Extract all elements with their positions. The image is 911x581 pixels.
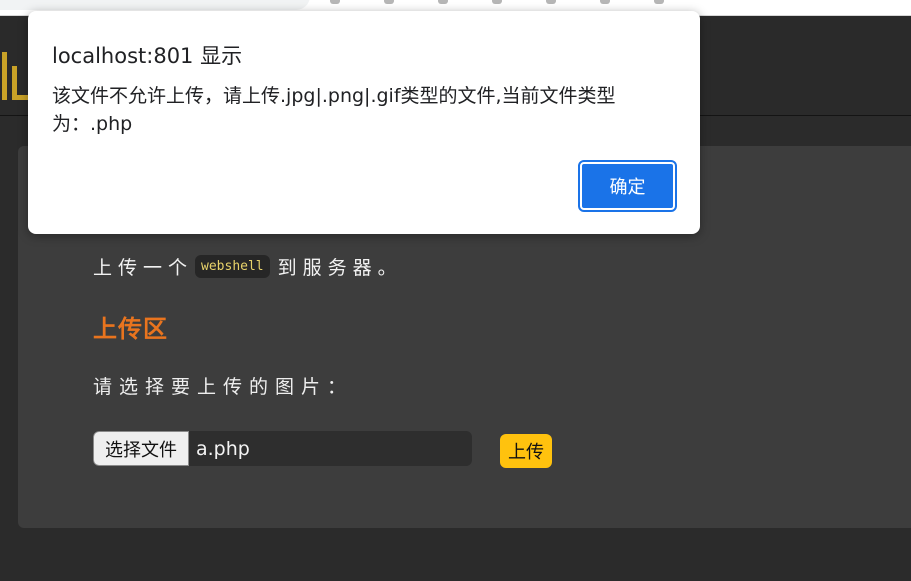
intro-text: 上传一个 webshell 到服务器。: [93, 253, 403, 280]
alert-dialog: localhost:801 显示 该文件不允许上传，请上传.jpg|.png|.…: [28, 11, 700, 234]
upload-prompt: 请选择要上传的图片：: [93, 376, 354, 398]
dialog-title: localhost:801 显示: [52, 44, 243, 68]
toolbar-icon: [330, 0, 340, 4]
selected-file-name: a.php: [196, 437, 250, 460]
intro-before: 上传一个: [93, 257, 194, 279]
dialog-message: 该文件不允许上传，请上传.jpg|.png|.gif类型的文件,当前文件类型为：…: [52, 85, 616, 135]
toolbar-icon: [600, 0, 610, 4]
toolbar-icon: [438, 0, 448, 4]
file-input[interactable]: 选择文件 a.php: [93, 431, 472, 466]
intro-after: 到服务器。: [277, 257, 403, 279]
toolbar-icon: [492, 0, 502, 4]
dialog-ok-button[interactable]: 确定: [578, 160, 677, 212]
browser-address-pill: [0, 0, 310, 10]
upload-section-title: 上传区: [93, 315, 168, 343]
toolbar-icon: [654, 0, 664, 4]
toolbar-icon: [546, 0, 556, 4]
choose-file-button[interactable]: 选择文件: [93, 431, 189, 466]
upload-button[interactable]: 上传: [500, 434, 552, 468]
browser-toolbar-icons: [330, 0, 664, 4]
code-keyword: webshell: [195, 255, 270, 278]
toolbar-icon: [384, 0, 394, 4]
